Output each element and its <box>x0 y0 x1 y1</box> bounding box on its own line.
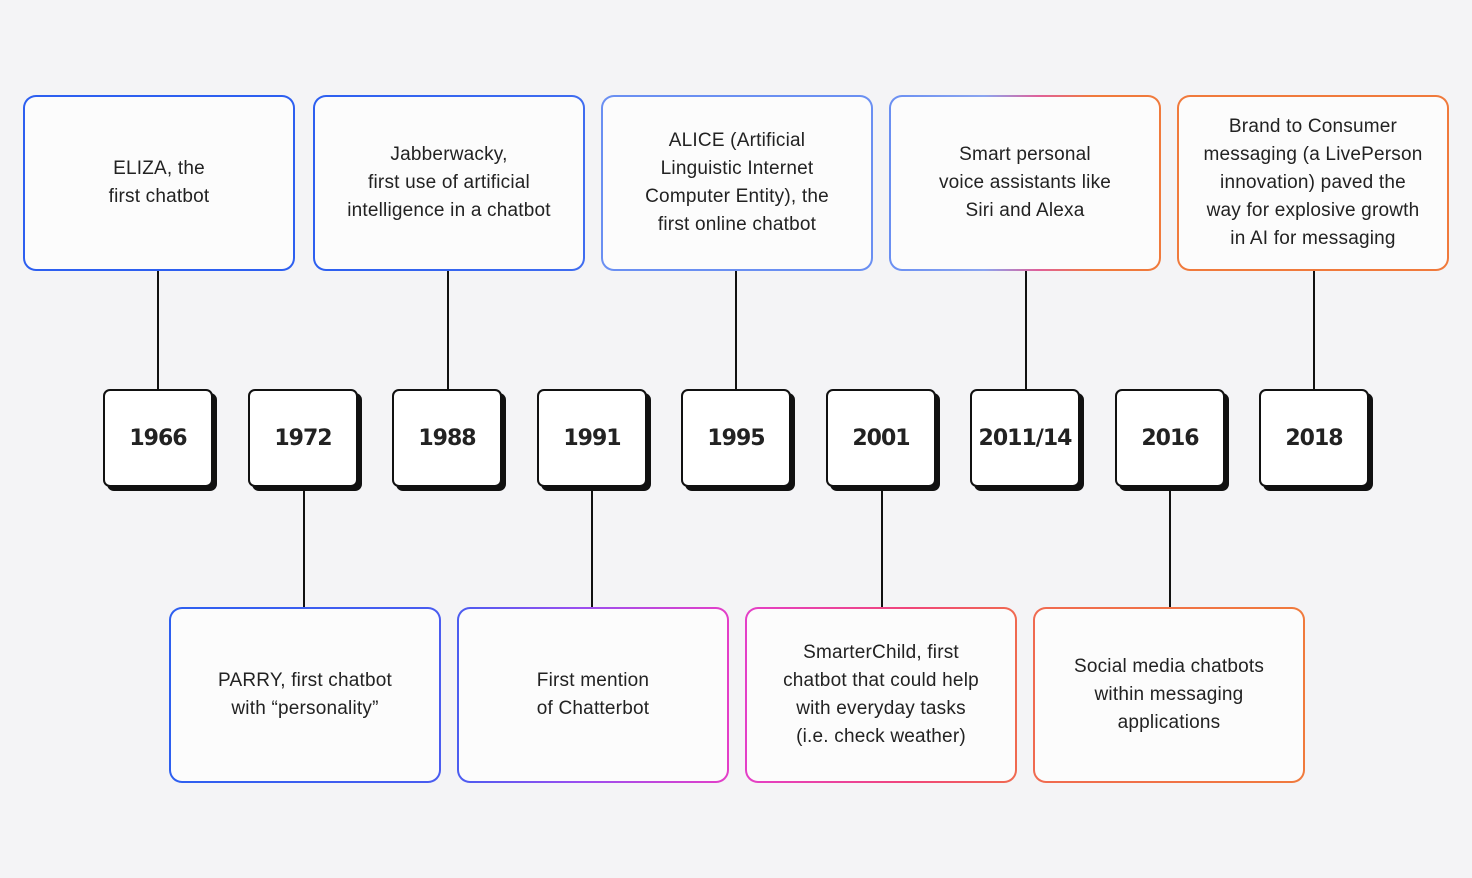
event-text: First mention of Chatterbot <box>536 670 650 719</box>
year-box-1991: 1991 <box>537 389 647 487</box>
event-box-chatterbot: First mention of Chatterbot <box>457 607 729 783</box>
connector-line <box>447 271 449 389</box>
year-label: 1966 <box>129 425 187 451</box>
event-text: SmarterChild, first chatbot that could h… <box>783 642 979 747</box>
event-box-alice: ALICE (Artificial Linguistic Internet Co… <box>601 95 873 271</box>
year-label: 2016 <box>1141 425 1199 451</box>
year-box-2011-14: 2011/14 <box>970 389 1080 487</box>
year-box-1972: 1972 <box>248 389 358 487</box>
year-label: 2001 <box>852 425 910 451</box>
connector-line <box>591 489 593 607</box>
event-box-jabberwacky: Jabberwacky, first use of artificial int… <box>313 95 585 271</box>
event-text: ALICE (Artificial Linguistic Internet Co… <box>645 130 829 235</box>
year-label: 1995 <box>707 425 765 451</box>
connector-line <box>1025 271 1027 389</box>
year-label: 2011/14 <box>978 425 1073 451</box>
year-box-1966: 1966 <box>103 389 213 487</box>
connector-line <box>303 489 305 607</box>
connector-line <box>881 489 883 607</box>
event-box-brand-to-consumer: Brand to Consumer messaging (a LivePerso… <box>1177 95 1449 271</box>
year-box-1988: 1988 <box>392 389 502 487</box>
event-text: ELIZA, the first chatbot <box>108 158 210 207</box>
event-box-voice-assistants: Smart personal voice assistants like Sir… <box>889 95 1161 271</box>
year-box-2016: 2016 <box>1115 389 1225 487</box>
year-label: 1972 <box>274 425 332 451</box>
event-text: PARRY, first chatbot with “personality” <box>217 670 393 719</box>
year-box-2018: 2018 <box>1259 389 1369 487</box>
year-box-1995: 1995 <box>681 389 791 487</box>
event-box-parry: PARRY, first chatbot with “personality” <box>169 607 441 783</box>
event-box-eliza: ELIZA, the first chatbot <box>23 95 295 271</box>
year-label: 1988 <box>418 425 476 451</box>
year-label: 2018 <box>1285 425 1343 451</box>
event-text: Brand to Consumer messaging (a LivePerso… <box>1203 116 1423 249</box>
event-box-smarterchild: SmarterChild, first chatbot that could h… <box>745 607 1017 783</box>
event-box-social-media: Social media chatbots within messaging a… <box>1033 607 1305 783</box>
event-text: Social media chatbots within messaging a… <box>1073 656 1265 733</box>
connector-line <box>157 271 159 389</box>
event-text: Jabberwacky, first use of artificial int… <box>347 144 551 221</box>
event-text: Smart personal voice assistants like Sir… <box>938 144 1112 221</box>
year-box-2001: 2001 <box>826 389 936 487</box>
connector-line <box>735 271 737 389</box>
connector-line <box>1313 271 1315 389</box>
connector-line <box>1169 489 1171 607</box>
year-label: 1991 <box>563 425 621 451</box>
